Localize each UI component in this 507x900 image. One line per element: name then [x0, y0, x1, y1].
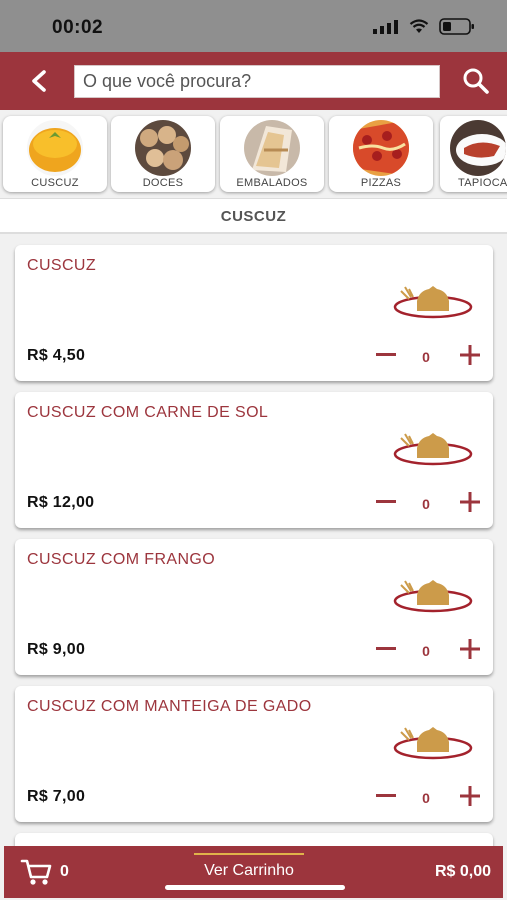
- wifi-icon: [409, 19, 429, 33]
- quantity-value: 0: [422, 349, 430, 365]
- product-card[interactable]: CUSCUZ R$ 4,50 0: [15, 245, 493, 381]
- category-embalados[interactable]: EMBALADOS: [220, 116, 324, 192]
- minus-icon: [376, 794, 396, 797]
- status-bar: 00:02: [0, 0, 507, 52]
- signal-icon: [373, 19, 398, 34]
- app-header: O que você procura?: [0, 52, 507, 110]
- section-title: CUSCUZ: [0, 198, 507, 234]
- product-price: R$ 4,50: [27, 347, 86, 364]
- product-name: CUSCUZ COM MANTEIGA DE GADO: [27, 698, 312, 715]
- category-cuscuz[interactable]: CUSCUZ: [3, 116, 107, 192]
- cart-bar[interactable]: 0 Ver Carrinho R$ 0,00: [4, 846, 503, 898]
- status-time: 00:02: [52, 17, 104, 38]
- decrease-quantity-button[interactable]: [375, 784, 397, 808]
- product-name: CUSCUZ: [27, 257, 97, 274]
- quantity-value: 0: [422, 790, 430, 806]
- decrease-quantity-button[interactable]: [375, 637, 397, 661]
- view-cart-button[interactable]: Ver Carrinho: [194, 853, 304, 889]
- plus-icon: [460, 639, 480, 659]
- category-doces[interactable]: DOCES: [111, 116, 215, 192]
- category-label: DOCES: [142, 177, 184, 189]
- search-input[interactable]: O que você procura?: [74, 65, 440, 98]
- plus-icon: [460, 786, 480, 806]
- category-label: TAPIOCA: [458, 177, 507, 189]
- cart-icon: [20, 859, 52, 885]
- quantity-value: 0: [422, 643, 430, 659]
- product-price: R$ 7,00: [27, 788, 86, 805]
- plus-icon: [460, 492, 480, 512]
- category-strip[interactable]: CUSCUZ DOCES EMBALADOS PIZZAS TAPIOCA: [0, 110, 507, 198]
- decrease-quantity-button[interactable]: [375, 490, 397, 514]
- quantity-value: 0: [422, 496, 430, 512]
- pizzas-image: [353, 120, 409, 176]
- decrease-quantity-button[interactable]: [375, 343, 397, 367]
- category-label: CUSCUZ: [31, 177, 79, 189]
- minus-icon: [376, 500, 396, 503]
- category-tapioca[interactable]: TAPIOCA: [440, 116, 507, 192]
- search-button[interactable]: [459, 64, 493, 98]
- home-indicator[interactable]: [165, 885, 345, 890]
- product-logo-icon: [393, 433, 473, 466]
- product-price: R$ 12,00: [27, 494, 95, 511]
- increase-quantity-button[interactable]: [459, 490, 481, 514]
- product-price: R$ 9,00: [27, 641, 86, 658]
- cart-total: R$ 0,00: [434, 863, 491, 880]
- plus-icon: [460, 345, 480, 365]
- product-logo-icon: [393, 286, 473, 319]
- category-pizzas[interactable]: PIZZAS: [329, 116, 433, 192]
- product-name: CUSCUZ COM FRANGO: [27, 551, 216, 568]
- battery-icon: [439, 18, 474, 35]
- minus-icon: [376, 647, 396, 650]
- back-arrow-icon: [32, 70, 46, 92]
- increase-quantity-button[interactable]: [459, 343, 481, 367]
- tapioca-image: [450, 120, 506, 176]
- product-logo-icon: [393, 580, 473, 613]
- search-icon: [463, 68, 489, 94]
- embalados-image: [244, 120, 300, 176]
- product-card[interactable]: CUSCUZ COM CARNE DE SOL R$ 12,00 0: [15, 392, 493, 528]
- doces-image: [135, 120, 191, 176]
- product-card[interactable]: CUSCUZ COM FRANGO R$ 9,00 0: [15, 539, 493, 675]
- status-icons: [373, 18, 475, 35]
- back-button[interactable]: [22, 64, 56, 98]
- product-card[interactable]: CUSCUZ COM MANTEIGA DE GADO R$ 7,00 0: [15, 686, 493, 822]
- minus-icon: [376, 353, 396, 356]
- category-label: PIZZAS: [360, 177, 402, 189]
- product-name: CUSCUZ COM CARNE DE SOL: [27, 404, 269, 421]
- category-label: EMBALADOS: [236, 177, 308, 189]
- product-logo-icon: [393, 727, 473, 760]
- increase-quantity-button[interactable]: [459, 784, 481, 808]
- search-placeholder: O que você procura?: [83, 71, 252, 91]
- increase-quantity-button[interactable]: [459, 637, 481, 661]
- cart-count: 0: [60, 863, 69, 880]
- cuscuz-image: [27, 120, 83, 176]
